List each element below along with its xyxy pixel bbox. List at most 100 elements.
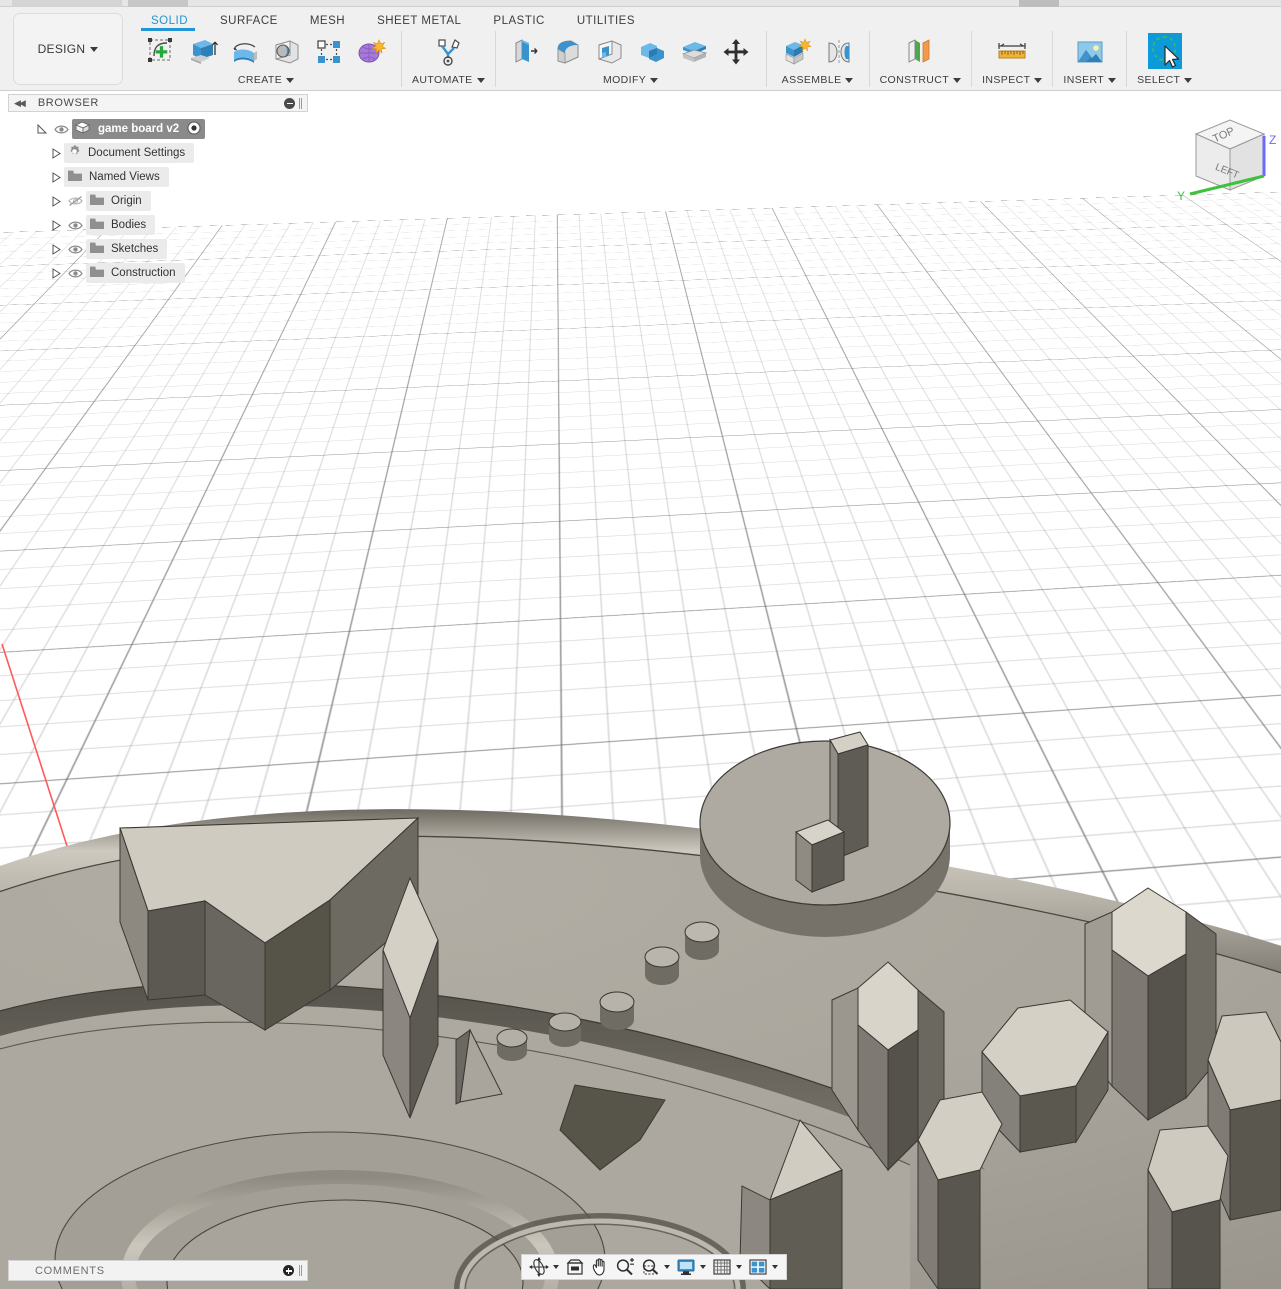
- ribbon-tab-surface[interactable]: SURFACE: [204, 10, 294, 32]
- crystal-hex-5: [1148, 1126, 1228, 1289]
- ribbon-group-insert: INSERT: [1057, 31, 1122, 91]
- chevron-down-icon: [650, 78, 658, 83]
- shell-icon[interactable]: [590, 31, 630, 73]
- viewports-icon[interactable]: [746, 1256, 770, 1278]
- chevron-down-icon: [1184, 78, 1192, 83]
- document-tab[interactable]: [1019, 0, 1059, 7]
- circle-plus-icon[interactable]: [283, 1265, 294, 1276]
- document-tab[interactable]: [12, 0, 122, 7]
- ribbon-group-select: SELECT: [1131, 31, 1198, 91]
- visibility-toggle[interactable]: [64, 268, 86, 279]
- workspace-switcher-button[interactable]: DESIGN: [13, 13, 123, 85]
- create-sketch-icon[interactable]: [141, 31, 181, 73]
- grid-snaps-icon[interactable]: [710, 1256, 734, 1278]
- document-tab-strip[interactable]: [0, 0, 1281, 7]
- pattern-icon[interactable]: [309, 31, 349, 73]
- visibility-toggle-hidden[interactable]: [64, 195, 86, 207]
- measure-icon[interactable]: [992, 31, 1032, 73]
- split-face-icon[interactable]: [674, 31, 714, 73]
- chevron-down-icon: [1108, 78, 1116, 83]
- chevron-down-icon[interactable]: [700, 1265, 706, 1269]
- look-at-icon[interactable]: [563, 1256, 587, 1278]
- twisty-collapsed-icon[interactable]: [48, 148, 64, 159]
- sweep-icon[interactable]: [267, 31, 307, 73]
- group-separator: [1126, 31, 1127, 87]
- ribbon-tab-sheet-metal[interactable]: SHEET METAL: [361, 10, 477, 32]
- automate-icon[interactable]: [428, 31, 468, 73]
- peg-cylinder: [685, 922, 719, 960]
- comments-panel[interactable]: COMMENTS: [8, 1260, 308, 1281]
- tree-item-document-settings[interactable]: Document Settings: [8, 141, 308, 165]
- form-icon[interactable]: [351, 31, 391, 73]
- display-settings-icon[interactable]: [674, 1256, 698, 1278]
- group-label-assemble[interactable]: ASSEMBLE: [782, 74, 854, 86]
- new-component-icon[interactable]: [777, 31, 817, 73]
- tree-item-origin[interactable]: Origin: [8, 189, 308, 213]
- activate-radio-icon[interactable]: [187, 121, 201, 138]
- zoom-window-icon[interactable]: [638, 1256, 662, 1278]
- peg-cylinder: [497, 1029, 527, 1061]
- chevron-down-icon[interactable]: [553, 1265, 559, 1269]
- tree-item-game-board-v2[interactable]: game board v2: [8, 117, 308, 141]
- visibility-toggle[interactable]: [50, 124, 72, 135]
- document-tab[interactable]: [128, 0, 188, 7]
- navigation-bar[interactable]: [521, 1254, 787, 1280]
- component-icon: [75, 121, 90, 137]
- group-label-select[interactable]: SELECT: [1137, 74, 1192, 86]
- ribbon-toolbar[interactable]: DESIGN SOLID SURFACE MESH SHEET METAL PL…: [0, 7, 1281, 91]
- insert-image-icon[interactable]: [1070, 31, 1110, 73]
- tree-item-bodies[interactable]: Bodies: [8, 213, 308, 237]
- chevron-down-icon[interactable]: [772, 1265, 778, 1269]
- group-label-inspect[interactable]: INSPECT: [982, 74, 1042, 86]
- browser-tree[interactable]: game board v2 Document Settings: [8, 117, 308, 285]
- browser-panel[interactable]: ◀◀ BROWSER game board v2: [8, 94, 308, 285]
- browser-panel-header[interactable]: ◀◀ BROWSER: [8, 94, 308, 112]
- tree-item-named-views[interactable]: Named Views: [8, 165, 308, 189]
- chevron-down-icon[interactable]: [736, 1265, 742, 1269]
- collapse-left-icon[interactable]: ◀◀: [14, 98, 24, 109]
- visibility-toggle[interactable]: [64, 244, 86, 255]
- twisty-expanded-icon[interactable]: [34, 124, 50, 135]
- twisty-collapsed-icon[interactable]: [48, 220, 64, 231]
- tree-item-construction[interactable]: Construction: [8, 261, 308, 285]
- view-cube[interactable]: TOP LEFT Z Y: [1168, 104, 1280, 216]
- ribbon-group-assemble: ASSEMBLE: [771, 31, 865, 91]
- offset-plane-icon[interactable]: [900, 31, 940, 73]
- group-label-construct[interactable]: CONSTRUCT: [880, 74, 962, 86]
- twisty-collapsed-icon[interactable]: [48, 196, 64, 207]
- press-pull-icon[interactable]: [506, 31, 546, 73]
- chevron-down-icon[interactable]: [664, 1265, 670, 1269]
- group-label-create[interactable]: CREATE: [238, 74, 294, 86]
- twisty-collapsed-icon[interactable]: [48, 172, 64, 183]
- panel-grip-icon[interactable]: [299, 98, 302, 109]
- group-label-automate[interactable]: AUTOMATE: [412, 74, 485, 86]
- extrude-icon[interactable]: [183, 31, 223, 73]
- twisty-collapsed-icon[interactable]: [48, 244, 64, 255]
- group-label-modify[interactable]: MODIFY: [603, 74, 658, 86]
- move-copy-icon[interactable]: [716, 31, 756, 73]
- peg-cylinder: [600, 992, 634, 1030]
- visibility-toggle[interactable]: [64, 220, 86, 231]
- fillet-icon[interactable]: [548, 31, 588, 73]
- circle-minus-icon[interactable]: [284, 98, 295, 109]
- select-lasso-icon[interactable]: [1145, 31, 1185, 73]
- joint-icon[interactable]: [819, 31, 859, 73]
- ribbon-tab-utilities[interactable]: UTILITIES: [561, 10, 651, 32]
- ribbon-tab-list[interactable]: SOLID SURFACE MESH SHEET METAL PLASTIC U…: [135, 10, 651, 32]
- ribbon-command-groups[interactable]: CREATE AUTOMATE: [135, 31, 1198, 91]
- combine-icon[interactable]: [632, 31, 672, 73]
- group-separator: [766, 31, 767, 87]
- twisty-collapsed-icon[interactable]: [48, 268, 64, 279]
- pan-hand-icon[interactable]: [588, 1256, 612, 1278]
- orbit-icon[interactable]: [527, 1256, 551, 1278]
- zoom-magnifier-icon[interactable]: [613, 1256, 637, 1278]
- ribbon-tab-mesh[interactable]: MESH: [294, 10, 361, 32]
- revolve-icon[interactable]: [225, 31, 265, 73]
- tree-item-sketches[interactable]: Sketches: [8, 237, 308, 261]
- model-game-board-v2[interactable]: [0, 700, 1281, 1289]
- ribbon-tab-plastic[interactable]: PLASTIC: [477, 10, 560, 32]
- panel-grip-icon[interactable]: [299, 1265, 302, 1276]
- chevron-down-icon: [477, 78, 485, 83]
- group-label-insert[interactable]: INSERT: [1063, 74, 1116, 86]
- chevron-down-icon: [1034, 78, 1042, 83]
